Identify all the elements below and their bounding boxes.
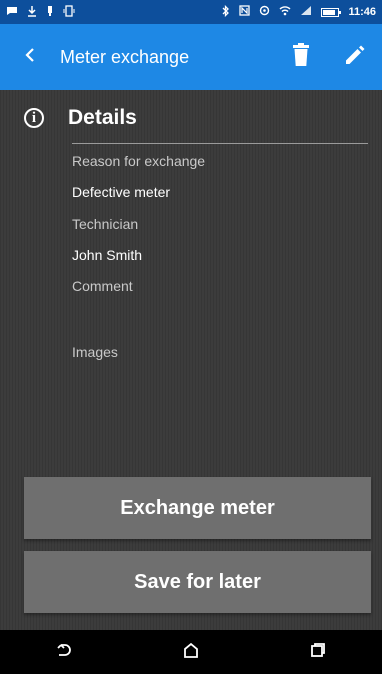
delete-icon [292,42,310,72]
details-title: Details [68,106,137,129]
status-bar: 11:46 [0,0,382,24]
nav-back-button[interactable] [34,630,94,674]
details-header: i Details [24,106,137,130]
edit-icon [343,43,367,72]
images-label: Images [72,344,118,360]
info-icon: i [24,108,44,128]
recents-nav-icon [310,642,326,663]
save-for-later-button[interactable]: Save for later [24,551,371,613]
details-panel: i Details Reason for exchange Defective … [0,90,382,630]
divider [72,143,368,144]
back-button[interactable] [0,24,60,90]
nav-recents-button[interactable] [288,630,348,674]
sync-icon [259,5,270,19]
technician-value: John Smith [72,247,143,263]
battery-level [323,9,335,15]
comment-label: Comment [72,278,133,294]
nfc-icon [239,5,251,19]
usb-icon [46,5,54,20]
vibrate-icon [63,4,75,20]
navigation-bar [0,630,382,674]
download-icon [27,5,37,20]
battery-icon [321,7,342,17]
status-left-icons [6,4,75,20]
page-title: Meter exchange [60,46,190,67]
app-bar: Meter exchange [0,24,382,90]
status-time: 11:46 [348,6,376,18]
wifi-icon [279,5,291,19]
exchange-meter-button[interactable]: Exchange meter [24,477,371,539]
status-right-icons: 11:46 [221,4,376,20]
back-nav-icon [56,643,72,662]
reason-label: Reason for exchange [72,153,206,169]
notification-icon [6,6,18,19]
technician-label: Technician [72,216,139,232]
nav-home-button[interactable] [161,630,221,674]
delete-button[interactable] [274,24,328,90]
back-icon [25,47,35,67]
home-nav-icon [183,642,199,663]
signal-icon [300,5,312,19]
reason-value: Defective meter [72,184,171,200]
bluetooth-icon [221,4,230,20]
edit-button[interactable] [328,24,382,90]
